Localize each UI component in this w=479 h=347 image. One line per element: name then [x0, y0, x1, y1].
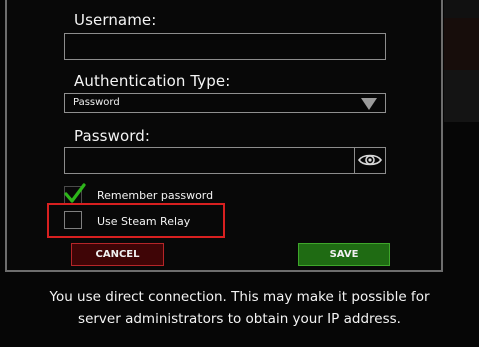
notice-line-1: You use direct connection. This may make…	[49, 289, 430, 305]
background-panel-lower	[444, 70, 479, 122]
show-password-button[interactable]	[354, 148, 385, 173]
username-field[interactable]	[64, 33, 386, 60]
remember-password-label: Remember password	[97, 189, 214, 202]
authentication-type-select[interactable]: Password	[64, 93, 386, 113]
steam-relay-highlight	[47, 203, 225, 238]
cancel-button[interactable]: CANCEL	[71, 243, 164, 266]
password-label: Password:	[74, 127, 151, 145]
password-field[interactable]	[64, 147, 386, 174]
background-panel-middle	[444, 18, 479, 70]
dropdown-arrow-icon	[361, 98, 377, 110]
eye-icon	[358, 154, 382, 166]
authentication-type-value: Password	[73, 97, 120, 108]
notice-line-2: server administrators to obtain your IP …	[78, 311, 401, 327]
username-label: Username:	[74, 11, 157, 29]
authentication-type-label: Authentication Type:	[74, 72, 231, 90]
direct-connection-notice: You use direct connection. This may make…	[0, 286, 479, 330]
background-panel-top	[444, 0, 479, 18]
save-button[interactable]: SAVE	[298, 243, 390, 266]
remember-password-checkbox[interactable]	[64, 183, 86, 204]
